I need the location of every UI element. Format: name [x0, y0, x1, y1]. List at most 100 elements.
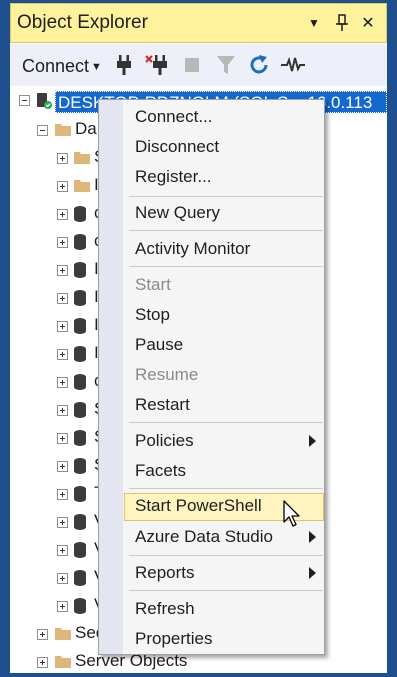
expand-icon[interactable]	[57, 209, 68, 220]
menu-item-start: Start	[124, 272, 324, 300]
menu-separator	[129, 590, 323, 591]
window-frame-right	[387, 0, 397, 677]
menu-item-label: Facets	[135, 461, 187, 480]
expand-icon[interactable]	[57, 237, 68, 248]
object-explorer-toolbar: Connect ▼	[10, 44, 387, 86]
object-explorer-titlebar: Object Explorer ▼ ✕	[10, 3, 387, 43]
menu-item-refresh[interactable]: Refresh	[124, 596, 324, 624]
expand-icon[interactable]	[57, 461, 68, 472]
menu-item-label: Azure Data Studio	[135, 527, 273, 546]
menu-item-new-query[interactable]: New Query	[124, 200, 324, 228]
menu-item-connect[interactable]: Connect...	[124, 104, 324, 132]
expand-icon[interactable]	[57, 489, 68, 500]
menu-separator	[129, 488, 323, 489]
menu-item-label: New Query	[135, 203, 221, 222]
folder-icon	[74, 178, 90, 197]
expand-icon[interactable]	[57, 517, 68, 528]
menu-item-properties[interactable]: Properties	[124, 626, 324, 654]
expand-icon[interactable]	[57, 573, 68, 584]
menu-item-label: Reports	[135, 563, 195, 582]
window-position-dropdown-icon[interactable]: ▼	[303, 10, 325, 36]
expand-icon[interactable]	[57, 265, 68, 276]
expand-icon[interactable]	[57, 433, 68, 444]
menu-item-activity-monitor[interactable]: Activity Monitor	[124, 236, 324, 264]
database-icon	[74, 374, 86, 395]
menu-item-label: Activity Monitor	[135, 239, 251, 258]
menu-item-label: Stop	[135, 305, 170, 324]
database-icon	[74, 318, 86, 339]
database-icon	[74, 514, 86, 535]
database-icon	[74, 290, 86, 311]
database-icon	[74, 458, 86, 479]
expand-icon[interactable]	[57, 321, 68, 332]
menu-item-azure-data-studio[interactable]: Azure Data Studio	[124, 524, 324, 552]
expand-icon[interactable]	[57, 153, 68, 164]
expand-icon[interactable]	[37, 657, 48, 668]
activity-monitor-icon[interactable]	[280, 52, 306, 78]
menu-item-policies[interactable]: Policies	[124, 428, 324, 456]
menu-item-label: Start PowerShell	[135, 496, 262, 515]
database-icon	[74, 234, 86, 255]
server-context-menu: Connect... Disconnect Register... New Query…	[98, 99, 325, 655]
menu-separator	[129, 196, 323, 197]
connect-label: Connect	[22, 56, 90, 76]
expand-icon[interactable]	[57, 405, 68, 416]
menu-item-label: Properties	[135, 629, 213, 648]
menu-item-disconnect[interactable]: Disconnect	[124, 134, 324, 162]
window-frame-left	[0, 0, 10, 677]
menu-item-resume: Resume	[124, 362, 324, 390]
menu-item-label: Refresh	[135, 599, 195, 618]
menu-item-register[interactable]: Register...	[124, 164, 324, 192]
expand-icon[interactable]	[57, 293, 68, 304]
refresh-icon[interactable]	[246, 52, 272, 78]
expand-icon[interactable]	[57, 349, 68, 360]
mouse-pointer-icon	[283, 500, 300, 527]
filter-icon[interactable]	[213, 52, 239, 78]
connect-dropdown-button[interactable]: Connect ▼	[22, 56, 102, 77]
menu-separator	[129, 555, 323, 556]
close-icon[interactable]: ✕	[357, 10, 379, 36]
menu-item-reports[interactable]: Reports	[124, 560, 324, 588]
folder-icon	[55, 654, 71, 673]
folder-icon	[55, 626, 71, 645]
menu-item-stop[interactable]: Stop	[124, 302, 324, 330]
pin-icon[interactable]	[331, 10, 353, 36]
database-icon	[74, 486, 86, 507]
expand-icon[interactable]	[57, 377, 68, 388]
collapse-icon[interactable]	[37, 125, 48, 136]
expand-icon[interactable]	[57, 601, 68, 612]
expand-icon[interactable]	[57, 545, 68, 556]
server-icon	[36, 92, 52, 115]
database-icon	[74, 542, 86, 563]
expand-icon[interactable]	[57, 181, 68, 192]
menu-separator	[129, 230, 323, 231]
menu-item-label: Restart	[135, 395, 190, 414]
database-icon	[74, 570, 86, 591]
menu-item-label: Pause	[135, 335, 184, 354]
menu-icon-gutter	[99, 100, 123, 654]
submenu-arrow-icon	[309, 531, 316, 543]
menu-item-restart[interactable]: Restart	[124, 392, 324, 420]
menu-item-label: Disconnect	[135, 137, 220, 156]
database-icon	[74, 206, 86, 227]
database-icon	[74, 598, 86, 619]
chevron-down-icon: ▼	[91, 61, 102, 73]
database-icon	[74, 346, 86, 367]
menu-item-facets[interactable]: Facets	[124, 458, 324, 486]
folder-icon	[55, 122, 71, 141]
menu-item-label: Register...	[135, 167, 212, 186]
menu-separator	[129, 422, 323, 423]
menu-item-label: Policies	[135, 431, 194, 450]
database-icon	[74, 402, 86, 423]
panel-title: Object Explorer	[17, 12, 148, 33]
collapse-icon[interactable]	[19, 95, 30, 106]
menu-item-pause[interactable]: Pause	[124, 332, 324, 360]
disconnect-plug-icon[interactable]	[144, 52, 170, 78]
stop-icon[interactable]	[179, 52, 205, 78]
submenu-arrow-icon	[309, 435, 316, 447]
menu-item-label: Connect...	[135, 107, 213, 126]
connect-plug-icon[interactable]	[111, 52, 137, 78]
database-icon	[74, 430, 86, 451]
submenu-arrow-icon	[309, 567, 316, 579]
expand-icon[interactable]	[37, 629, 48, 640]
